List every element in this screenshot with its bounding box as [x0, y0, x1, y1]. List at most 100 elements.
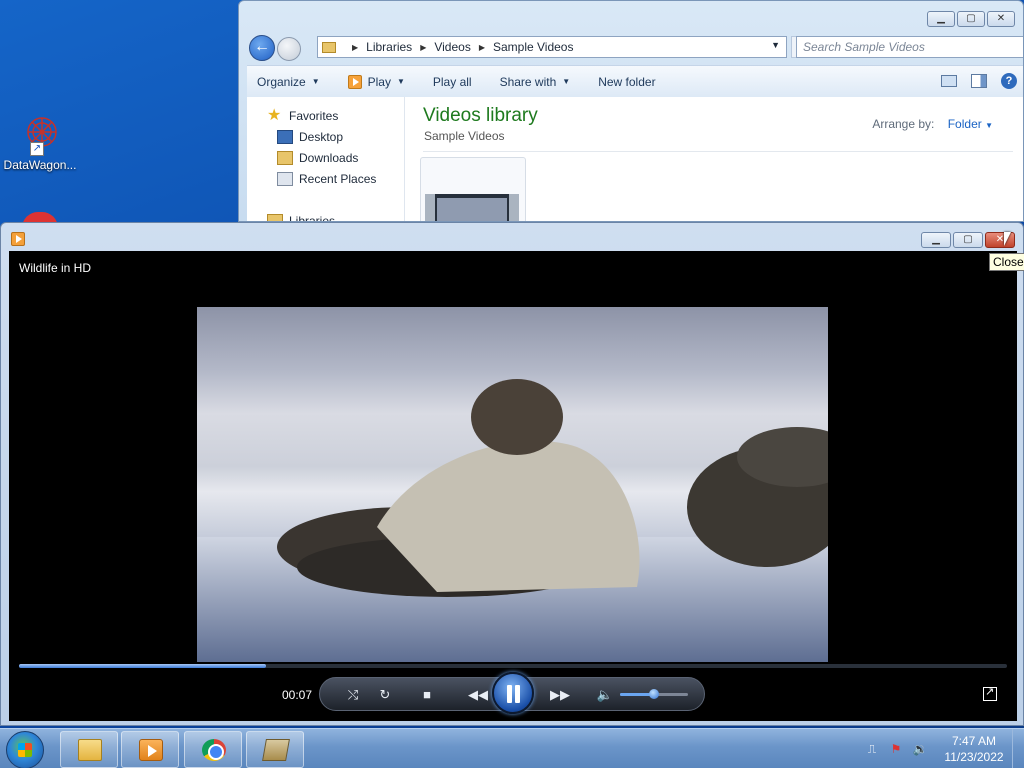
change-view-icon[interactable] [941, 75, 957, 87]
share-with-label: Share with [499, 74, 557, 89]
chrome-icon [202, 739, 226, 761]
library-subtitle: Sample Videos [424, 129, 505, 143]
play-all-button[interactable]: Play all [433, 75, 472, 89]
close-tooltip: Close [989, 253, 1024, 271]
chevron-down-icon: ▼ [985, 121, 993, 130]
video-frame[interactable] [197, 307, 828, 662]
share-with-button[interactable]: Share with ▼ [500, 75, 571, 89]
repeat-icon[interactable]: ↻ [374, 685, 396, 705]
divider [423, 151, 1013, 152]
nav-label: Desktop [299, 130, 344, 144]
shuffle-icon[interactable]: ⤭ [342, 685, 364, 705]
minimize-button[interactable]: ▁ [927, 11, 955, 27]
taskbar-media-player-button[interactable] [121, 731, 179, 768]
folder-icon [322, 41, 336, 53]
forward-button[interactable] [277, 37, 301, 61]
chevron-right-icon: ▶ [352, 42, 359, 52]
network-icon[interactable]: ⎍ [864, 741, 880, 757]
close-button[interactable]: ✕ [987, 11, 1015, 27]
fullscreen-icon[interactable] [983, 685, 997, 701]
breadcrumb-sample-videos[interactable]: Sample Videos [493, 40, 574, 54]
nav-item-downloads[interactable]: Downloads [277, 151, 358, 165]
volume-icon[interactable]: 🔈 [594, 685, 616, 705]
next-icon[interactable]: ▶▶ [548, 685, 572, 705]
chevron-down-icon[interactable]: ▼ [771, 40, 780, 50]
elapsed-time: 00:07 [282, 688, 313, 702]
back-button[interactable]: ← [249, 35, 275, 61]
taskbar-network-tool-button[interactable] [246, 731, 304, 768]
libraries-icon [267, 214, 283, 221]
speaker-icon[interactable]: 🔉 [912, 741, 928, 757]
chevron-right-icon: ▶ [478, 42, 485, 52]
recent-places-icon [277, 172, 293, 186]
arrange-by-dropdown[interactable]: Folder ▼ [948, 117, 993, 131]
taskbar-explorer-button[interactable] [60, 731, 118, 768]
volume-slider[interactable] [620, 689, 688, 699]
breadcrumb-libraries[interactable]: Libraries [366, 40, 412, 54]
maximize-button[interactable]: ▢ [953, 232, 983, 248]
play-label: Play [367, 74, 391, 89]
view-controls: ? [941, 73, 1017, 89]
video-thumbnail[interactable] [420, 157, 526, 221]
arrange-by-value: Folder [947, 117, 982, 131]
address-bar[interactable]: ▶ Libraries ▶ Videos ▶ Sample Videos ▼ [317, 36, 787, 58]
nav-label: Favorites [289, 109, 339, 123]
nav-label: Recent Places [299, 172, 377, 186]
search-input[interactable]: Search Sample Videos ⚲ [796, 36, 1023, 58]
clock-date: 11/23/2022 [944, 750, 1004, 764]
desktop-icon [277, 130, 293, 144]
volume-knob[interactable] [649, 689, 659, 699]
seek-bar[interactable] [19, 664, 1007, 668]
show-desktop-button[interactable] [1012, 729, 1024, 768]
nav-item-favorites[interactable]: ★ Favorites [267, 108, 339, 124]
shortcut-arrow-icon: ↗ [30, 142, 44, 156]
nav-label: Downloads [299, 151, 359, 165]
seals-video-image [197, 379, 828, 662]
clock-time: 7:47 AM [951, 734, 997, 748]
clock[interactable]: 7:47 AM 11/23/2022 [938, 733, 1010, 765]
datawagon-icon: ↗ [18, 112, 62, 156]
navigation-pane: ★ Favorites Desktop Downloads Recent Pla… [247, 97, 405, 221]
play-icon [347, 74, 362, 89]
library-title: Videos library [423, 105, 538, 126]
chevron-down-icon: ▼ [562, 77, 571, 86]
play-button[interactable]: Play ▼ [347, 74, 405, 89]
play-all-label: Play all [432, 74, 472, 89]
desktop-shortcut-datawagon[interactable]: ↗ DataWagon... [2, 112, 78, 182]
taskbar-chrome-button[interactable] [184, 731, 242, 768]
pause-button[interactable] [492, 672, 534, 714]
notification-area: ⎍ ⚑ 🔉 [864, 741, 928, 757]
preview-pane-icon[interactable] [971, 74, 987, 88]
previous-icon[interactable]: ◀◀ [466, 685, 490, 705]
player-caption-buttons: ▁ ▢ ✕ [921, 232, 1015, 248]
desktop-icon-label: DataWagon... [3, 158, 77, 172]
now-playing-title: Wildlife in HD [19, 261, 92, 275]
nav-item-recent-places[interactable]: Recent Places [277, 172, 376, 186]
new-folder-button[interactable]: New folder [598, 75, 655, 89]
pause-icon-bar [515, 685, 520, 703]
media-player-icon [139, 739, 163, 761]
start-button[interactable] [6, 731, 44, 768]
minimize-button[interactable]: ▁ [921, 232, 951, 248]
chevron-down-icon: ▼ [311, 77, 320, 86]
explorer-caption-buttons: ▁ ▢ ✕ [927, 11, 1015, 27]
seek-progress [19, 664, 266, 668]
media-player-window: ▁ ▢ ✕ Wildlife in HD 00:07 ⤭ ↻ ■ ◀◀ ▶▶ 🔈… [0, 222, 1024, 726]
search-placeholder: Search Sample Videos [803, 40, 925, 54]
organize-button[interactable]: Organize ▼ [257, 75, 320, 89]
network-tool-icon [262, 739, 290, 761]
taskbar: ⎍ ⚑ 🔉 7:47 AM 11/23/2022 [0, 728, 1024, 768]
help-icon[interactable]: ? [1001, 73, 1017, 89]
action-center-flag-icon[interactable]: ⚑ [888, 741, 904, 757]
arrange-by: Arrange by: Folder ▼ [872, 117, 993, 131]
nav-item-desktop[interactable]: Desktop [277, 130, 343, 144]
command-bar: Organize ▼ Play ▼ Play all Share with ▼ … [247, 65, 1023, 97]
explorer-content: ★ Favorites Desktop Downloads Recent Pla… [247, 97, 1023, 221]
playback-controls: ⤭ ↻ ■ ◀◀ ▶▶ 🔈 [319, 672, 705, 714]
nav-item-libraries[interactable]: Libraries [267, 214, 335, 221]
breadcrumb-videos[interactable]: Videos [434, 40, 470, 54]
stop-icon[interactable]: ■ [416, 685, 438, 705]
organize-label: Organize [257, 74, 306, 89]
maximize-button[interactable]: ▢ [957, 11, 985, 27]
chevron-right-icon: ▶ [420, 42, 427, 52]
